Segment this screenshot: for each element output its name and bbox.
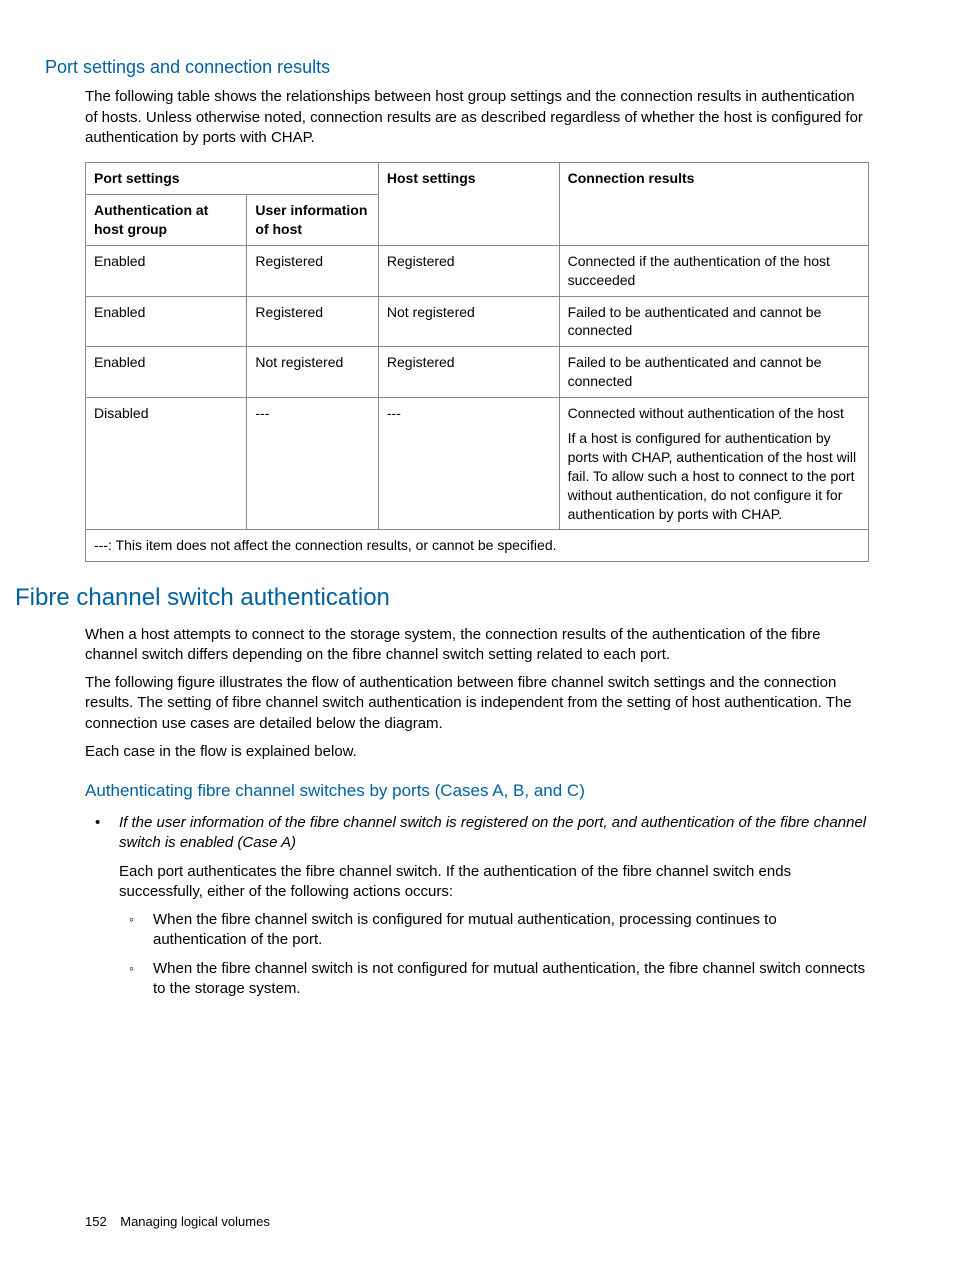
th-host-settings: Host settings xyxy=(378,163,559,246)
table-row: Enabled Registered Registered Connected … xyxy=(86,245,869,296)
cell-result: Connected without authentication of the … xyxy=(559,398,868,530)
th-port-settings: Port settings xyxy=(86,163,379,195)
case-a-title: If the user information of the fibre cha… xyxy=(119,814,866,851)
table-row: Disabled --- --- Connected without authe… xyxy=(86,398,869,530)
list-item: If the user information of the fibre cha… xyxy=(85,813,869,999)
cell-userinfo: Registered xyxy=(247,245,379,296)
th-connection-results: Connection results xyxy=(559,163,868,246)
cell-auth: Disabled xyxy=(86,398,247,530)
list-item: When the fibre channel switch is not con… xyxy=(119,959,869,1000)
cell-result-extra: If a host is configured for authenticati… xyxy=(568,429,860,523)
chapter-title: Managing logical volumes xyxy=(120,1214,270,1229)
list-item: When the fibre channel switch is configu… xyxy=(119,910,869,951)
cell-userinfo: Registered xyxy=(247,296,379,347)
section-heading-port-settings: Port settings and connection results xyxy=(45,55,869,79)
th-auth-at-host-group: Authentication at host group xyxy=(86,194,247,245)
cell-host: Registered xyxy=(378,245,559,296)
fc-paragraph-2: The following figure illustrates the flo… xyxy=(85,673,869,734)
fc-paragraph-1: When a host attempts to connect to the s… xyxy=(85,625,869,666)
page-footer: 152 Managing logical volumes xyxy=(85,1213,270,1231)
table-footnote-row: ---: This item does not affect the conne… xyxy=(86,530,869,562)
cell-result: Failed to be authenticated and cannot be… xyxy=(559,296,868,347)
page-number: 152 xyxy=(85,1213,113,1231)
cell-result: Connected if the authentication of the h… xyxy=(559,245,868,296)
th-user-info-of-host: User information of host xyxy=(247,194,379,245)
fc-paragraph-3: Each case in the flow is explained below… xyxy=(85,742,869,762)
cell-result: Failed to be authenticated and cannot be… xyxy=(559,347,868,398)
table-row: Enabled Registered Not registered Failed… xyxy=(86,296,869,347)
section-heading-fc-switch-auth: Fibre channel switch authentication xyxy=(15,582,869,614)
case-a-body: Each port authenticates the fibre channe… xyxy=(119,862,869,903)
cell-host: --- xyxy=(378,398,559,530)
cell-auth: Enabled xyxy=(86,296,247,347)
cell-host: Not registered xyxy=(378,296,559,347)
table-footnote: ---: This item does not affect the conne… xyxy=(86,530,869,562)
cell-auth: Enabled xyxy=(86,347,247,398)
cell-userinfo: --- xyxy=(247,398,379,530)
sub-heading-auth-fc-switches: Authenticating fibre channel switches by… xyxy=(85,780,869,803)
cell-host: Registered xyxy=(378,347,559,398)
connection-results-table: Port settings Host settings Connection r… xyxy=(85,162,869,562)
intro-paragraph: The following table shows the relationsh… xyxy=(85,87,869,148)
cell-result-main: Connected without authentication of the … xyxy=(568,405,844,421)
table-row: Enabled Not registered Registered Failed… xyxy=(86,347,869,398)
cell-auth: Enabled xyxy=(86,245,247,296)
cell-userinfo: Not registered xyxy=(247,347,379,398)
